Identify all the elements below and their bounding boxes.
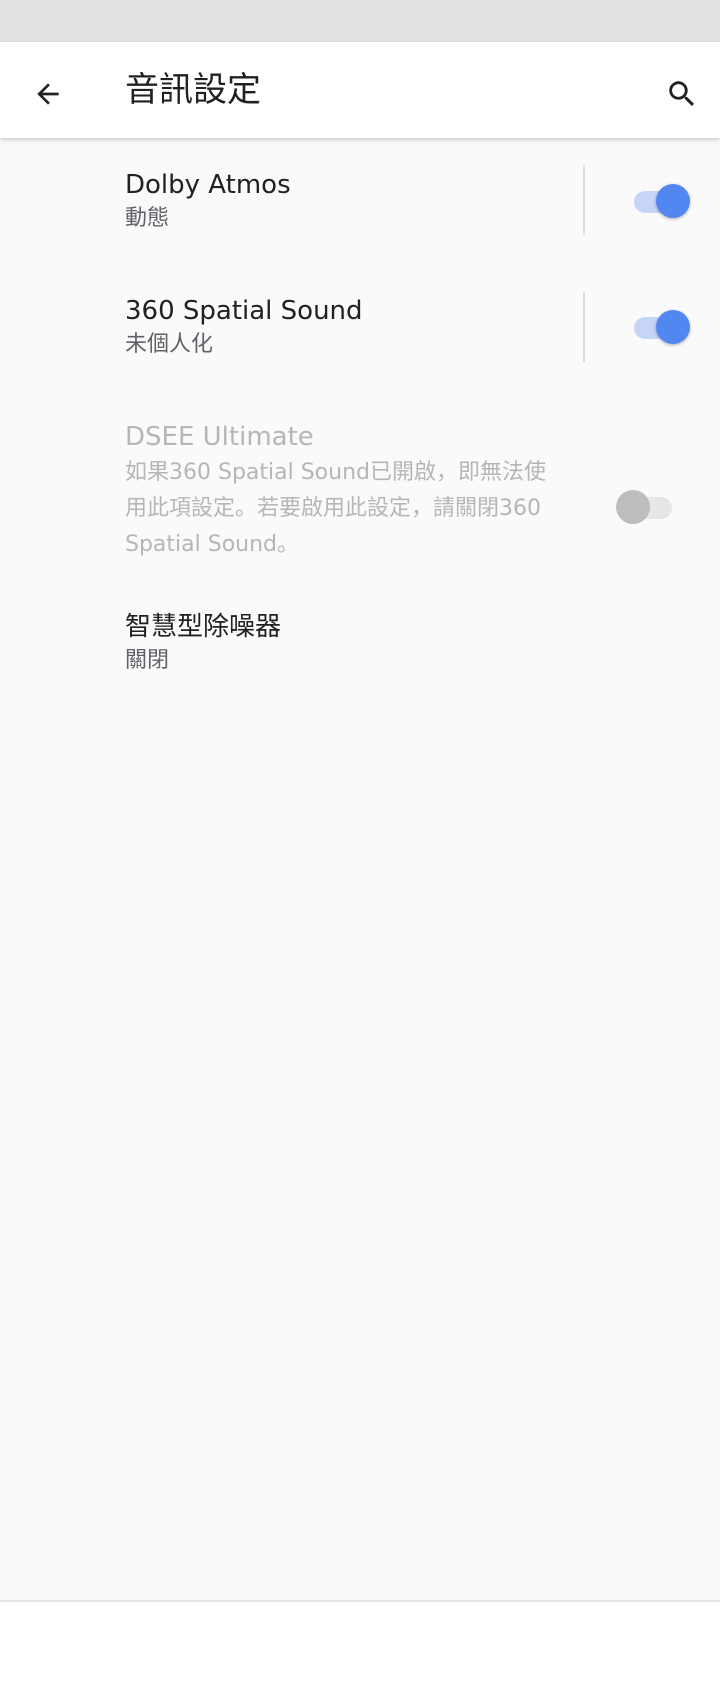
dsee-ultimate-toggle [616,487,678,527]
switch-thumb [656,184,690,218]
arrow-back-icon [37,83,59,105]
setting-360-spatial-sound[interactable]: 360 Spatial Sound 未個人化 [0,262,720,388]
divider [583,292,585,362]
setting-summary-line-2: 用此項設定。若要啟用此設定，請關閉360 [125,496,541,521]
spatial-sound-toggle[interactable] [628,307,690,347]
page-title: 音訊設定 [125,70,261,110]
setting-title: 智慧型除噪器 [125,612,282,642]
setting-summary: 動態 [125,206,170,231]
dolby-atmos-toggle[interactable] [628,181,690,221]
setting-summary-line-3: Spatial Sound。 [125,532,300,557]
setting-dsee-ultimate: DSEE Ultimate 如果360 Spatial Sound已開啟，即無法… [0,388,720,578]
status-bar [0,0,720,42]
setting-title: DSEE Ultimate [125,422,314,452]
setting-smart-noise-canceller[interactable]: 智慧型除噪器 關閉 [0,578,720,688]
app-bar: 音訊設定 [0,42,720,138]
setting-summary: 未個人化 [125,332,214,357]
setting-title: Dolby Atmos [125,170,291,200]
setting-summary-line-1: 如果360 Spatial Sound已開啟，即無法使 [125,460,546,485]
setting-summary: 關閉 [125,648,170,673]
search-icon [669,81,695,107]
navigation-bar [0,1602,720,1682]
back-button[interactable] [20,66,76,122]
setting-title: 360 Spatial Sound [125,296,363,326]
switch-thumb [616,490,650,524]
search-button[interactable] [654,66,710,122]
setting-dolby-atmos[interactable]: Dolby Atmos 動態 [0,138,720,262]
divider [583,165,585,235]
switch-thumb [656,310,690,344]
